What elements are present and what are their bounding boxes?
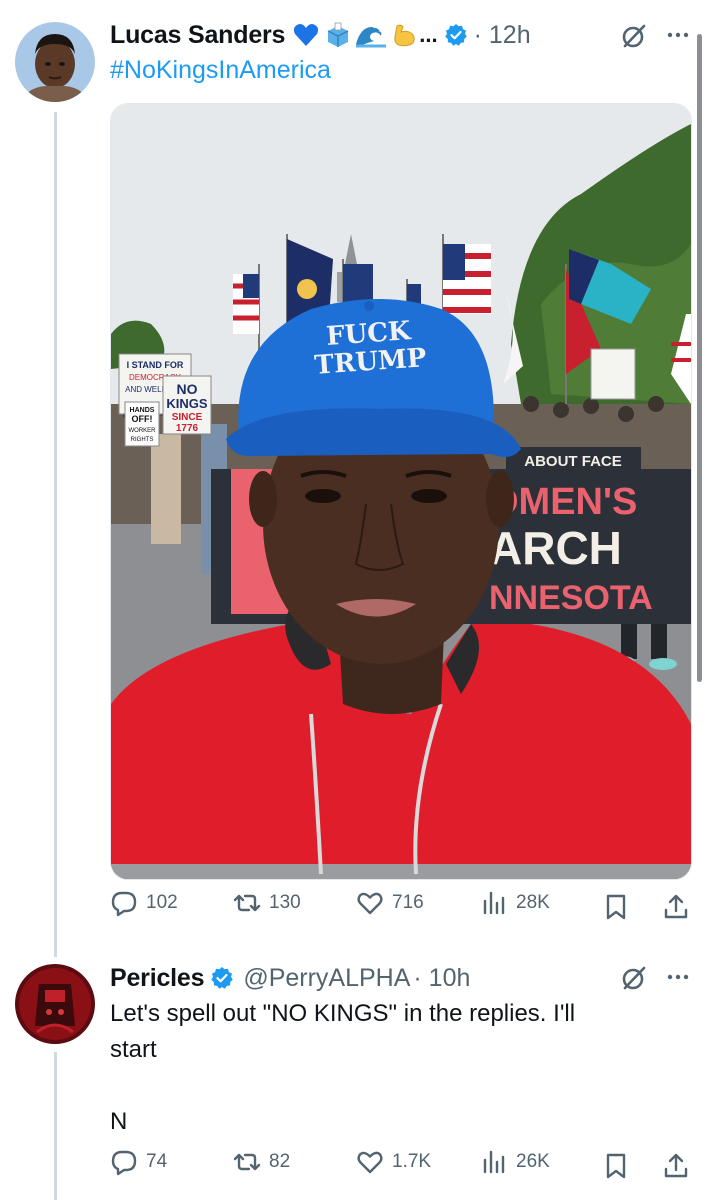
- reply-count: 102: [146, 892, 178, 913]
- ballot-box-emoji: [325, 22, 351, 48]
- reply-button[interactable]: 102: [110, 889, 178, 917]
- tweet-actions: 102 130 716 28K: [110, 889, 690, 925]
- more-icon[interactable]: [665, 22, 691, 48]
- like-button[interactable]: 1.7K: [356, 1148, 431, 1176]
- like-count: 1.7K: [392, 1151, 432, 1172]
- repost-count: 130: [269, 892, 301, 913]
- tweet[interactable]: Lucas Sanders ... · 12h #NoKingsInAmeric…: [0, 0, 707, 950]
- sign-text: NO: [177, 381, 198, 397]
- tweet[interactable]: Pericles @PerryALPHA · 10h Let's spell o…: [0, 950, 707, 1200]
- timestamp[interactable]: · 12h: [474, 21, 531, 50]
- sign-text: 1776: [176, 423, 199, 434]
- views-count: 28K: [516, 892, 550, 913]
- like-count: 716: [392, 892, 424, 913]
- reply-icon: [111, 891, 137, 917]
- hashtag-link[interactable]: #NoKingsInAmerica: [110, 56, 331, 85]
- sign-text: I STAND FOR: [127, 360, 184, 370]
- sign-text: OFF!: [132, 414, 153, 424]
- share-icon[interactable]: [662, 893, 690, 926]
- grok-icon[interactable]: [620, 22, 648, 50]
- author-name[interactable]: Pericles: [110, 964, 205, 993]
- views-button[interactable]: 28K: [480, 889, 550, 917]
- sign-text: KINGS: [166, 396, 208, 411]
- tweet-header: Lucas Sanders ... · 12h: [110, 18, 531, 52]
- bookmark-icon[interactable]: [602, 1152, 630, 1185]
- repost-icon: [233, 894, 261, 912]
- author-name[interactable]: Lucas Sanders: [110, 21, 285, 50]
- reply-icon: [111, 1150, 137, 1176]
- banner-text: ARCH: [489, 522, 622, 574]
- banner-text: ABOUT FACE: [524, 453, 622, 470]
- heart-emoji: [293, 22, 319, 48]
- banner-text: NNESOTA: [489, 579, 653, 617]
- avatar[interactable]: [15, 22, 95, 102]
- tweet-actions: 74 82 1.7K 26K: [110, 1148, 690, 1184]
- sign-text: HANDS: [130, 407, 155, 414]
- views-icon: [483, 1150, 505, 1174]
- views-button[interactable]: 26K: [480, 1148, 550, 1176]
- verified-badge-icon: [210, 966, 234, 990]
- grok-icon[interactable]: [620, 964, 648, 992]
- tweet-photo[interactable]: I STAND FOR DEMOCRACY AND WELL FOR NO KI…: [110, 103, 692, 880]
- bookmark-icon[interactable]: [602, 893, 630, 926]
- repost-button[interactable]: 82: [233, 1148, 290, 1176]
- reply-count: 74: [146, 1151, 168, 1172]
- timestamp[interactable]: · 10h: [413, 964, 470, 993]
- flexed-biceps-emoji: [391, 22, 417, 48]
- like-icon: [357, 1151, 383, 1174]
- sign-text: RIGHTS: [131, 437, 154, 443]
- sign-text: WORKER: [129, 428, 157, 434]
- views-count: 26K: [516, 1151, 550, 1172]
- views-icon: [483, 891, 505, 915]
- like-button[interactable]: 716: [356, 889, 424, 917]
- repost-button[interactable]: 130: [233, 889, 301, 917]
- name-ellipsis: ...: [419, 22, 438, 47]
- sign-text: SINCE: [172, 412, 203, 423]
- tweet-header: Pericles @PerryALPHA · 10h: [110, 961, 470, 995]
- photo-illustration: I STAND FOR DEMOCRACY AND WELL FOR NO KI…: [111, 104, 691, 879]
- avatar[interactable]: [15, 964, 95, 1044]
- more-icon[interactable]: [665, 964, 691, 990]
- tweet-text: Let's spell out "NO KINGS" in the replie…: [110, 1000, 576, 1135]
- share-icon[interactable]: [662, 1152, 690, 1185]
- repost-icon: [233, 1153, 261, 1171]
- author-handle[interactable]: @PerryALPHA: [243, 964, 410, 993]
- verified-badge-icon: [444, 23, 468, 47]
- wave-emoji: [355, 22, 387, 48]
- repost-count: 82: [269, 1151, 291, 1172]
- like-icon: [357, 892, 383, 915]
- reply-button[interactable]: 74: [110, 1148, 167, 1176]
